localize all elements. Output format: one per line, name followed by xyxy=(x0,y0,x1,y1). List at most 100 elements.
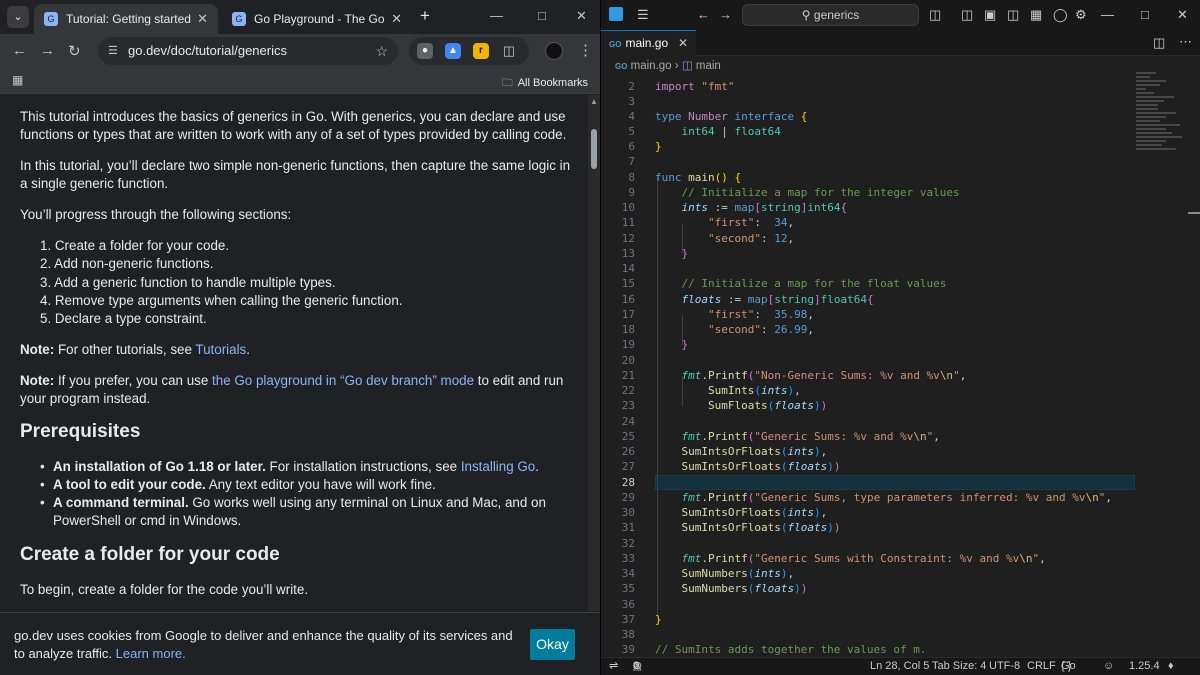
line-ending[interactable]: CRLF xyxy=(1027,658,1056,675)
editor-scrollbar[interactable] xyxy=(1188,78,1200,660)
scrollbar-thumb[interactable] xyxy=(591,129,597,169)
minimize-icon[interactable]: — xyxy=(490,8,503,23)
line-number: 30 xyxy=(621,506,635,519)
line-number: 36 xyxy=(621,598,635,611)
vscode-window: ☰ ← → ⚲ generics ◫ ◫ ▣ ◫ ▦ ◯ ⚙ — □ ✕ GO m… xyxy=(601,0,1200,675)
tab-go-playground[interactable]: G Go Playground - The Go Programming Lan… xyxy=(222,4,412,34)
go-file-icon: GO xyxy=(615,62,628,71)
installing-go-link[interactable]: Installing Go xyxy=(461,459,535,474)
playground-link[interactable]: the Go playground in “Go dev branch” mod… xyxy=(212,373,474,388)
vscode-title-bar: ☰ ← → ⚲ generics ◫ ◫ ▣ ◫ ▦ ◯ ⚙ — □ ✕ xyxy=(601,0,1200,30)
maximize-icon[interactable]: □ xyxy=(538,8,546,23)
list-item: A tool to edit your code. Any text edito… xyxy=(40,476,580,494)
extensions-group: ● ▲ r ◫ xyxy=(409,37,529,65)
line-number: 38 xyxy=(621,628,635,641)
settings-gear-icon[interactable]: ⚙ xyxy=(1075,7,1087,23)
code-line: // SumInts adds together the values of m… xyxy=(655,643,927,656)
status-bar: ⇌ ⊗ 0 △ 0 Ln 28, Col 5 Tab Size: 4 UTF-8… xyxy=(601,657,1200,675)
menu-hamburger-icon[interactable]: ☰ xyxy=(637,7,649,23)
maximize-icon[interactable]: □ xyxy=(1141,7,1149,22)
extensions-puzzle-icon[interactable]: ◫ xyxy=(501,43,517,59)
chevron-down-icon: ⌄ xyxy=(13,11,23,23)
go-version[interactable]: 1.25.4 xyxy=(1129,658,1160,675)
back-arrow-icon[interactable]: ← xyxy=(12,42,27,59)
line-number: 15 xyxy=(621,277,635,290)
line-number: 26 xyxy=(621,445,635,458)
page-scrollbar[interactable]: ▲ xyxy=(588,95,600,611)
split-editor-icon[interactable]: ◫ xyxy=(1153,35,1165,51)
tab-size[interactable]: Tab Size: 4 xyxy=(932,658,986,675)
layout-sidebar-icon[interactable]: ◫ xyxy=(961,7,973,23)
close-tab-icon[interactable]: ✕ xyxy=(678,31,688,55)
tutorials-link[interactable]: Tutorials xyxy=(195,342,246,357)
breadcrumb-symbol[interactable]: main xyxy=(696,60,721,72)
forward-arrow-icon[interactable]: → xyxy=(719,7,732,22)
list-item: 2. Add non-generic functions. xyxy=(40,256,214,272)
code-line: SumInts(ints), xyxy=(707,384,801,397)
command-center-search[interactable]: ⚲ generics xyxy=(742,4,919,26)
breadcrumb-file[interactable]: main.go xyxy=(631,60,672,72)
remote-indicator-icon[interactable]: ⇌ xyxy=(609,658,618,675)
tab-search-button[interactable]: ⌄ xyxy=(7,6,29,28)
copilot-status-icon[interactable]: ☺ xyxy=(1103,658,1114,675)
tab-generics-tutorial[interactable]: G Tutorial: Getting started with generic… xyxy=(34,4,218,34)
more-actions-icon[interactable]: ⋯ xyxy=(1179,34,1192,50)
address-bar[interactable]: ☰ go.dev/doc/tutorial/generics ☆ xyxy=(98,37,398,65)
line-number: 39 xyxy=(621,643,635,656)
copilot-icon[interactable]: ◫ xyxy=(929,7,941,23)
account-icon[interactable]: ◯ xyxy=(1053,7,1068,23)
close-tab-icon[interactable]: ✕ xyxy=(197,11,208,27)
tab-main-go[interactable]: GO main.go ✕ xyxy=(601,30,696,56)
browser-toolbar: ← → ↻ ☰ go.dev/doc/tutorial/generics ☆ ●… xyxy=(0,34,600,68)
browser-menu-icon[interactable]: ⋮ xyxy=(578,41,593,59)
customize-layout-icon[interactable]: ▦ xyxy=(1030,7,1042,23)
profile-avatar[interactable] xyxy=(545,42,563,60)
close-window-icon[interactable]: ✕ xyxy=(576,8,587,24)
scrollbar-cursor-marker xyxy=(1188,212,1200,214)
line-number: 11 xyxy=(621,216,635,229)
forward-arrow-icon[interactable]: → xyxy=(40,42,55,59)
apps-grid-icon[interactable]: ▦ xyxy=(12,73,23,87)
scroll-up-icon[interactable]: ▲ xyxy=(590,97,598,106)
line-number: 8 xyxy=(628,171,635,184)
code-editor[interactable]: 2 import "fmt" 3 4 type Number interface… xyxy=(601,78,1181,660)
vscode-logo-icon xyxy=(609,7,623,21)
learn-more-link[interactable]: Learn more. xyxy=(116,646,186,661)
all-bookmarks-button[interactable]: 🗀 All Bookmarks xyxy=(502,74,588,93)
okay-button[interactable]: Okay xyxy=(530,629,575,660)
page-content: This tutorial introduces the basics of g… xyxy=(0,95,588,611)
code-line: "first": 35.98, xyxy=(707,308,814,321)
code-line: SumIntsOrFloats(floats)) xyxy=(681,521,841,534)
close-window-icon[interactable]: ✕ xyxy=(1177,7,1188,23)
extension-r-icon[interactable]: r xyxy=(473,43,489,59)
layout-secondary-icon[interactable]: ◫ xyxy=(1007,7,1019,23)
list-item: 5. Declare a type constraint. xyxy=(40,311,207,327)
encoding[interactable]: UTF-8 xyxy=(989,658,1020,675)
line-number: 4 xyxy=(628,110,635,123)
tab-title: main.go xyxy=(625,36,669,50)
notifications-bell-icon[interactable]: ♦ xyxy=(1168,658,1174,675)
line-number: 12 xyxy=(621,232,635,245)
minimize-icon[interactable]: — xyxy=(1101,7,1114,22)
layout-panel-icon[interactable]: ▣ xyxy=(984,7,996,23)
current-line-highlight xyxy=(655,475,1135,490)
bookmark-star-icon[interactable]: ☆ xyxy=(375,37,388,65)
extension-bird-icon[interactable]: ▲ xyxy=(445,43,461,59)
cursor-position[interactable]: Ln 28, Col 5 xyxy=(870,658,929,675)
reload-icon[interactable]: ↻ xyxy=(68,42,81,60)
code-line: } xyxy=(681,247,689,260)
site-info-icon[interactable]: ☰ xyxy=(108,37,118,65)
extension-glasses-icon[interactable]: ● xyxy=(417,43,433,59)
new-tab-button[interactable]: + xyxy=(420,6,430,26)
intro-paragraph: This tutorial introduces the basics of g… xyxy=(20,109,567,142)
close-tab-icon[interactable]: ✕ xyxy=(391,11,402,27)
code-line: } xyxy=(655,613,662,626)
back-arrow-icon[interactable]: ← xyxy=(697,7,710,22)
function-symbol-icon: ◫ xyxy=(681,60,693,72)
code-line: floats := map[string]float64{ xyxy=(681,293,874,306)
line-number-current: 28 xyxy=(621,476,635,489)
code-line: // Initialize a map for the integer valu… xyxy=(681,186,960,199)
cookie-message: go.dev uses cookies from Google to deliv… xyxy=(14,628,513,661)
list-item: 3. Add a generic function to handle mult… xyxy=(40,274,336,290)
minimap[interactable] xyxy=(1136,72,1186,172)
